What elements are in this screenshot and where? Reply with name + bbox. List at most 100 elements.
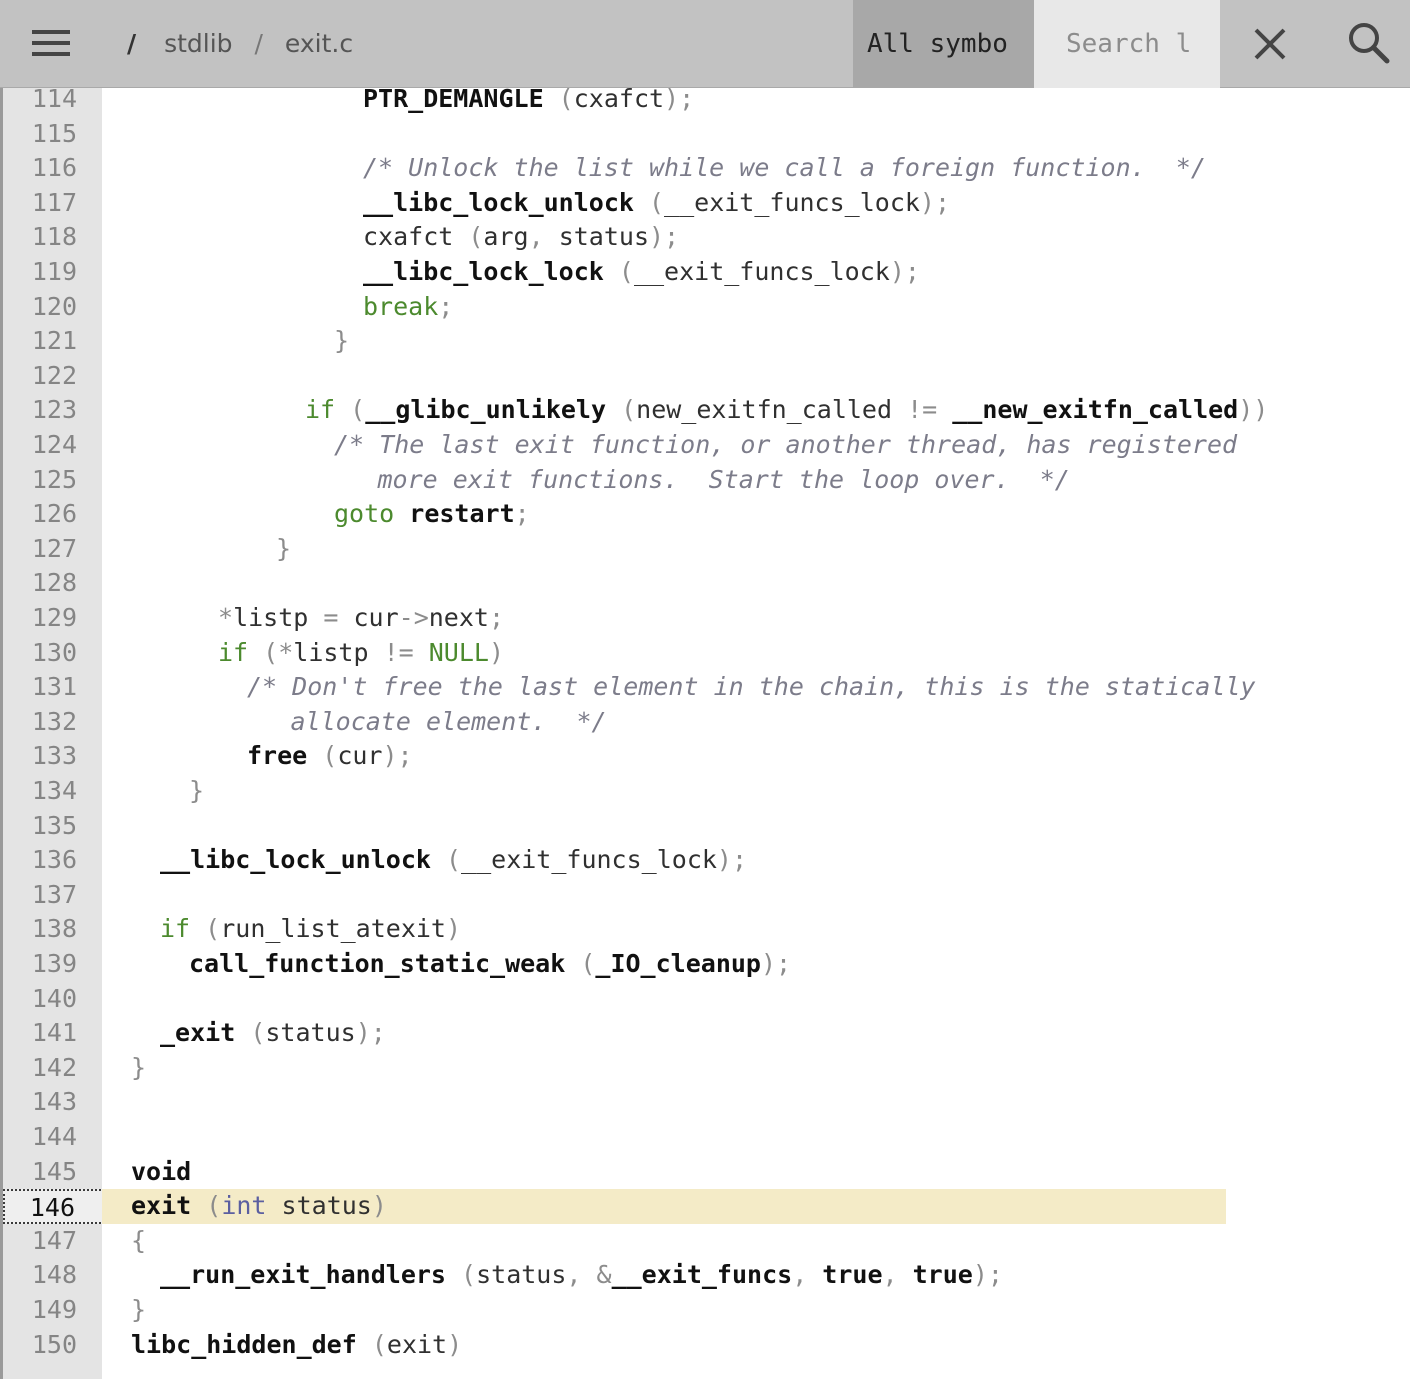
line-number[interactable]: 146	[3, 1189, 105, 1224]
code-identifier: cxafct	[363, 222, 454, 252]
code-punctuation: (	[543, 84, 574, 113]
breadcrumb-dir-stdlib[interactable]: stdlib	[164, 29, 232, 58]
line-number[interactable]: 117	[3, 186, 105, 221]
code-symbol-link[interactable]: restart	[409, 499, 514, 528]
code-symbol-link[interactable]: free	[247, 741, 307, 770]
line-number[interactable]: 132	[3, 705, 105, 740]
code-punctuation: );	[649, 222, 680, 252]
line-number[interactable]: 126	[3, 497, 105, 532]
code-symbol-link[interactable]: __exit_funcs	[612, 1260, 793, 1289]
line-number[interactable]: 124	[3, 428, 105, 463]
line-number[interactable]: 122	[3, 359, 105, 394]
line-number[interactable]: 121	[3, 324, 105, 359]
code-punctuation: (*	[248, 637, 294, 667]
code-symbol-link[interactable]: exit	[131, 1191, 191, 1220]
line-number[interactable]: 147	[3, 1224, 105, 1259]
code-line: _exit (status);	[102, 1016, 1226, 1051]
code-symbol-link[interactable]: __new_exitfn_called	[952, 395, 1238, 424]
code-type: int	[221, 1191, 267, 1221]
code-punctuation: ,	[792, 1260, 823, 1290]
code-symbol-link[interactable]: libc_hidden_def	[131, 1330, 357, 1359]
line-number[interactable]: 119	[3, 255, 105, 290]
line-number[interactable]: 131	[3, 670, 105, 705]
line-number[interactable]: 120	[3, 290, 105, 325]
symbol-filter-select[interactable]: All symbo	[853, 0, 1034, 88]
code-punctuation: =	[308, 603, 354, 632]
code-punctuation: (	[430, 845, 462, 875]
line-number[interactable]: 116	[3, 151, 105, 186]
line-number[interactable]: 134	[3, 774, 105, 809]
code-symbol-link[interactable]: void	[131, 1157, 191, 1186]
search-input[interactable]	[1034, 0, 1220, 88]
code-punctuation: {	[131, 1225, 147, 1255]
line-number[interactable]: 138	[3, 912, 105, 947]
code-line: {	[102, 1224, 1226, 1259]
line-number[interactable]: 144	[3, 1120, 105, 1155]
code-symbol-link[interactable]: _exit	[160, 1018, 235, 1047]
line-number[interactable]: 141	[3, 1016, 105, 1051]
code-punctuation: (	[445, 1260, 477, 1290]
code-identifier: status	[265, 1018, 356, 1048]
code-identifier: arg	[483, 222, 529, 252]
code-comment: /* Don't free the last element in the ch…	[247, 672, 1256, 702]
code-line: goto restart;	[102, 497, 1226, 532]
code-line: libc_hidden_def (exit)	[102, 1328, 1226, 1363]
code-punctuation: }	[189, 776, 205, 805]
code-symbol-link[interactable]: __glibc_unlikely	[365, 395, 606, 424]
code-symbol-link[interactable]: __libc_lock_lock	[363, 257, 604, 286]
code-line: }	[102, 1051, 1226, 1086]
code-comment: more exit functions. Start the loop over…	[377, 464, 1070, 494]
code-punctuation: ;	[438, 291, 454, 321]
code-punctuation: (	[191, 1191, 222, 1221]
code-line: }	[102, 774, 1226, 809]
code-symbol-link[interactable]: true	[822, 1260, 882, 1289]
search-icon[interactable]	[1346, 20, 1392, 66]
code-line: /* Unlock the list while we call a forei…	[102, 151, 1226, 186]
line-number[interactable]: 114	[3, 82, 105, 117]
line-number[interactable]: 127	[3, 532, 105, 567]
close-icon[interactable]	[1248, 22, 1292, 66]
line-number[interactable]: 148	[3, 1258, 105, 1293]
code-symbol-link[interactable]: _IO_cleanup	[595, 949, 761, 978]
code-punctuation: (	[307, 741, 338, 771]
code-keyword: if	[160, 914, 191, 944]
line-number[interactable]: 115	[3, 117, 105, 152]
code-symbol-link[interactable]: call_function_static_weak	[189, 949, 565, 978]
code-line: __libc_lock_unlock (__exit_funcs_lock);	[102, 843, 1226, 878]
line-number[interactable]: 137	[3, 878, 105, 913]
line-number[interactable]: 135	[3, 809, 105, 844]
line-number[interactable]: 139	[3, 947, 105, 982]
line-number[interactable]: 136	[3, 843, 105, 878]
line-number[interactable]: 143	[3, 1085, 105, 1120]
line-number[interactable]: 145	[3, 1155, 105, 1190]
line-number[interactable]: 130	[3, 636, 105, 671]
code-symbol-link[interactable]: __run_exit_handlers	[160, 1260, 446, 1289]
code-identifier: cxafct	[573, 84, 665, 113]
breadcrumb-file-exit-c[interactable]: exit.c	[285, 29, 353, 58]
code-identifier: __exit_funcs_lock	[664, 187, 920, 217]
line-number[interactable]: 118	[3, 220, 105, 255]
code-symbol-link[interactable]: PTR_DEMANGLE	[363, 84, 544, 113]
code-symbol-link[interactable]: true	[913, 1260, 973, 1289]
line-number[interactable]: 140	[3, 982, 105, 1017]
line-number[interactable]: 150	[3, 1328, 105, 1363]
line-number[interactable]: 133	[3, 739, 105, 774]
code-punctuation: (	[335, 395, 366, 425]
code-punctuation: )	[488, 637, 505, 667]
breadcrumb-root[interactable]: /	[127, 29, 136, 58]
line-number[interactable]: 149	[3, 1293, 105, 1328]
hamburger-menu-icon[interactable]	[32, 28, 70, 58]
code-identifier: run_list_atexit	[220, 914, 446, 944]
code-symbol-link[interactable]: __libc_lock_unlock	[363, 188, 634, 217]
code-punctuation: !=	[892, 395, 953, 425]
code-symbol-link[interactable]: __libc_lock_unlock	[160, 845, 431, 874]
line-number[interactable]: 129	[3, 601, 105, 636]
code-identifier: cur	[337, 741, 383, 771]
line-number[interactable]: 142	[3, 1051, 105, 1086]
line-number[interactable]: 128	[3, 566, 105, 601]
line-number[interactable]: 123	[3, 393, 105, 428]
line-number[interactable]: 125	[3, 463, 105, 498]
